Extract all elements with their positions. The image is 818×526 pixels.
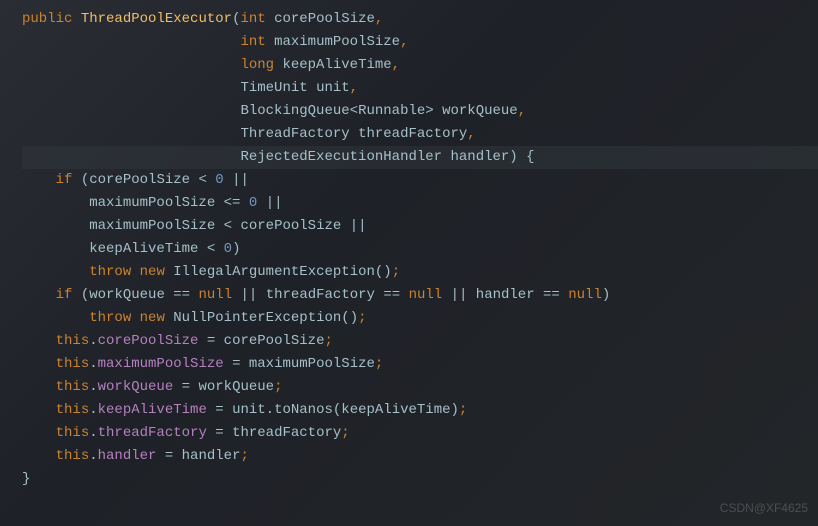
field: maximumPoolSize [98,356,224,372]
var: maximumPoolSize [249,356,375,372]
param: handler [450,149,509,165]
var: maximumPoolSize [89,218,215,234]
keyword-this: this [56,333,90,349]
var: unit [232,402,266,418]
field: handler [98,448,157,464]
keyword-null: null [568,287,602,303]
number: 0 [215,172,223,188]
keyword-this: this [56,402,90,418]
number: 0 [224,241,232,257]
keyword-if: if [56,287,73,303]
keyword-null: null [198,287,232,303]
keyword-throw: throw [89,310,131,326]
var: corePoolSize [240,218,341,234]
field: corePoolSize [98,333,199,349]
type: Runnable [358,103,425,119]
keyword-if: if [56,172,73,188]
keyword-new: new [140,264,165,280]
var: workQueue [89,287,165,303]
keyword-null: null [409,287,443,303]
type: ThreadFactory [240,126,349,142]
keyword-this: this [56,356,90,372]
keyword-this: this [56,448,90,464]
type: TimeUnit [240,80,307,96]
field: workQueue [98,379,174,395]
param: maximumPoolSize [274,34,400,50]
var: keepAliveTime [89,241,198,257]
keyword-throw: throw [89,264,131,280]
keyword-this: this [56,379,90,395]
var: workQueue [198,379,274,395]
var: threadFactory [266,287,375,303]
keyword-long: long [240,57,274,73]
keyword-this: this [56,425,90,441]
keyword-new: new [140,310,165,326]
method-call: toNanos [274,402,333,418]
param: corePoolSize [274,11,375,27]
field: keepAliveTime [98,402,207,418]
var: threadFactory [232,425,341,441]
number: 0 [249,195,257,211]
exception: IllegalArgumentException [173,264,375,280]
exception: NullPointerException [173,310,341,326]
var: corePoolSize [224,333,325,349]
type: BlockingQueue [240,103,349,119]
param: threadFactory [358,126,467,142]
param: workQueue [442,103,518,119]
var: handler [182,448,241,464]
method-name: ThreadPoolExecutor [81,11,232,27]
param: unit [316,80,350,96]
type: RejectedExecutionHandler [240,149,442,165]
keyword-public: public [22,11,72,27]
var: corePoolSize [89,172,190,188]
param: keepAliveTime [282,57,391,73]
var: handler [476,287,535,303]
field: threadFactory [98,425,207,441]
code-block: public ThreadPoolExecutor(int corePoolSi… [22,8,818,491]
keyword-int: int [240,11,265,27]
var: keepAliveTime [341,402,450,418]
var: maximumPoolSize [89,195,215,211]
watermark: CSDN@XF4625 [720,497,808,520]
keyword-int: int [240,34,265,50]
